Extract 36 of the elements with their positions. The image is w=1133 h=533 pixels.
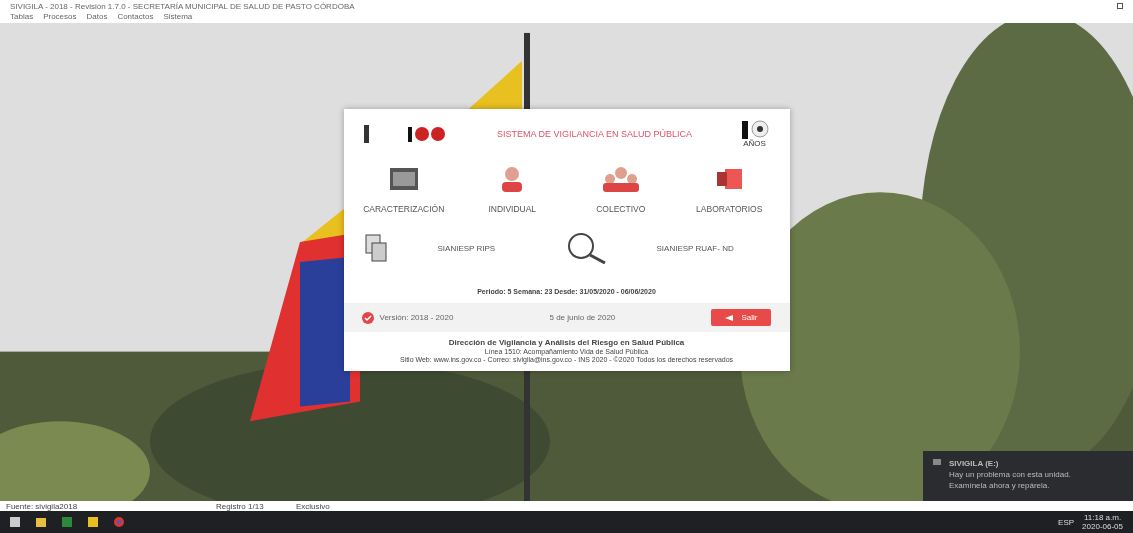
status-text: Exclusivo [296, 501, 331, 511]
menu-item[interactable]: Datos [86, 12, 108, 23]
maximize-icon[interactable] [1117, 3, 1123, 9]
module-button[interactable]: LABORATORIOS [675, 162, 784, 218]
notification-title: SIVIGILA (E:) [949, 459, 1000, 468]
exit-button[interactable]: Salir [711, 309, 772, 326]
group-icon [602, 166, 639, 192]
person-icon [500, 166, 525, 192]
check-icon [361, 311, 374, 324]
notification-toast[interactable]: SIVIGILA (E:) Hay un problema con esta unidad. Examínela ahora y repárela. [923, 451, 1133, 501]
module-button[interactable]: CARACTERIZACIÓN [349, 162, 458, 218]
status-text: Registro 1/13 [216, 501, 265, 511]
documents-icon [363, 233, 388, 263]
footer-text: Dirección de Vigilancia y Análisis del Riesgo en Salud Pública [448, 338, 685, 347]
module-button[interactable]: COLECTIVO [566, 162, 675, 218]
browser-icon[interactable] [114, 517, 124, 527]
window-title: SIVIGILA - 2018 - Revisión 1.7.0 - SECRETARÍA MUNICIPAL DE SALUD DE PASTO CÓRDOBA [10, 1, 355, 11]
module-button[interactable]: INDIVIDUAL [458, 162, 567, 218]
search-icon [566, 232, 607, 264]
language-text[interactable]: ESP [1058, 517, 1075, 527]
exit-arrow-icon [725, 314, 734, 321]
system-title: SISTEMA DE VIGILANCIA EN SALUD PÚBLICA [496, 128, 693, 139]
drive-icon [933, 459, 941, 465]
notification-text: Examínela ahora y repárela. [949, 481, 1051, 490]
export-button[interactable]: SIANIESP RUAF- ND [566, 228, 770, 268]
date-text: 5 de junio de 2020 [549, 313, 616, 322]
menu-item[interactable]: Sistema [163, 12, 193, 23]
version-text: Versión: 2018 - 2020 [379, 313, 454, 322]
export-button[interactable]: SIANIESP RIPS [363, 228, 567, 268]
notification-text: Hay un problema con esta unidad. [949, 470, 1071, 479]
status-text: Fuente: sivigila2018 [6, 501, 79, 511]
menu-item[interactable]: Tablas [10, 12, 34, 23]
menu-item[interactable]: Contactos [117, 12, 154, 23]
anniversary-text: AÑOS [743, 139, 766, 148]
menu-item[interactable]: Procesos [43, 12, 77, 23]
clock[interactable]: 11:18 a.m. 2020-06-05 [1082, 513, 1123, 531]
